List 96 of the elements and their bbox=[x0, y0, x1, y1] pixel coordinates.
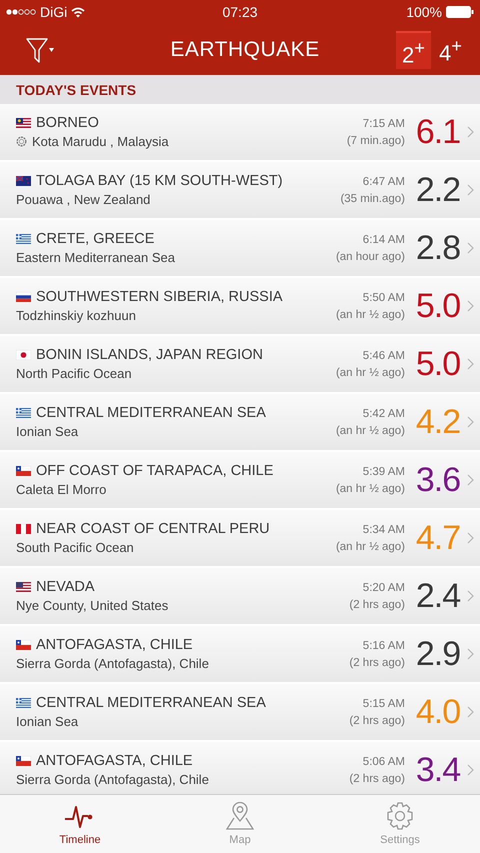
magnitude-value: 6.1 bbox=[414, 112, 462, 152]
flag-icon bbox=[16, 640, 31, 650]
chevron-icon bbox=[467, 590, 474, 602]
flag-icon bbox=[16, 350, 31, 360]
magnitude-value: 4.7 bbox=[414, 518, 462, 558]
event-time: 5:16 AM bbox=[362, 640, 405, 652]
chevron-icon bbox=[467, 532, 474, 544]
event-title: NEAR COAST OF CENTRAL PERU bbox=[36, 521, 270, 537]
chevron-icon bbox=[467, 474, 474, 486]
time-ago: (an hr ½ ago) bbox=[336, 308, 405, 320]
chevron-icon bbox=[467, 300, 474, 312]
battery-percent: 100% bbox=[406, 4, 442, 20]
chevron-icon bbox=[467, 764, 474, 776]
event-title: ANTOFAGASTA, CHILE bbox=[36, 753, 193, 769]
time-ago: (2 hrs ago) bbox=[349, 772, 405, 784]
event-location: Eastern Mediterranean Sea bbox=[16, 250, 175, 265]
magnitude-value: 4.2 bbox=[414, 402, 462, 442]
event-time: 5:20 AM bbox=[362, 582, 405, 594]
event-title: CRETE, GREECE bbox=[36, 231, 154, 247]
event-time: 6:14 AM bbox=[362, 234, 405, 246]
chevron-icon bbox=[467, 126, 474, 138]
flag-icon bbox=[16, 292, 31, 302]
event-location: Sierra Gorda (Antofagasta), Chile bbox=[16, 772, 209, 787]
event-title: NEVADA bbox=[36, 579, 95, 595]
time-ago: (2 hrs ago) bbox=[349, 656, 405, 668]
flag-icon bbox=[16, 698, 31, 708]
time-ago: (an hr ½ ago) bbox=[336, 540, 405, 552]
event-location: Ionian Sea bbox=[16, 424, 78, 439]
event-title: ANTOFAGASTA, CHILE bbox=[36, 637, 193, 653]
event-location: Todzhinskiy kozhuun bbox=[16, 308, 136, 323]
magnitude-value: 3.4 bbox=[414, 750, 462, 790]
flag-icon bbox=[16, 234, 31, 244]
event-location: Kota Marudu , Malaysia bbox=[32, 134, 169, 149]
event-time: 5:39 AM bbox=[362, 466, 405, 478]
event-location: Sierra Gorda (Antofagasta), Chile bbox=[16, 656, 209, 671]
battery-icon bbox=[446, 6, 474, 18]
time-ago: (2 hrs ago) bbox=[349, 598, 405, 610]
magnitude-filter[interactable]: 4$^{+}$ bbox=[433, 30, 468, 68]
time-ago: (35 min.ago) bbox=[340, 192, 405, 204]
chevron-icon bbox=[467, 706, 474, 718]
time-ago: (an hr ½ ago) bbox=[336, 366, 405, 378]
flag-icon bbox=[16, 524, 31, 534]
event-time: 7:15 AM bbox=[362, 118, 405, 130]
magnitude-value: 3.6 bbox=[414, 460, 462, 500]
chevron-icon bbox=[467, 184, 474, 196]
magnitude-filter[interactable]: 2$^{+}$ bbox=[396, 30, 432, 68]
wifi-icon bbox=[71, 6, 86, 18]
magnitude-value: 5.0 bbox=[414, 344, 462, 384]
event-location: Pouawa , New Zealand bbox=[16, 192, 150, 207]
event-time: 6:47 AM bbox=[362, 176, 405, 188]
clock-time: 07:23 bbox=[222, 4, 258, 20]
magnitude-value: 2.2 bbox=[414, 170, 462, 210]
flag-icon bbox=[16, 408, 31, 418]
event-location: Caleta El Morro bbox=[16, 482, 106, 497]
chevron-icon bbox=[467, 416, 474, 428]
flag-icon bbox=[16, 176, 31, 186]
event-title: TOLAGA BAY (15 KM SOUTH-WEST) bbox=[36, 173, 283, 189]
time-ago: (an hr ½ ago) bbox=[336, 482, 405, 494]
event-title: BONIN ISLANDS, JAPAN REGION bbox=[36, 347, 263, 363]
magnitude-value: 5.0 bbox=[414, 286, 462, 326]
event-title: CENTRAL MEDITERRANEAN SEA bbox=[36, 405, 266, 421]
event-time: 5:15 AM bbox=[362, 698, 405, 710]
section-header: TODAY'S EVENTS bbox=[16, 82, 136, 98]
event-time: 5:50 AM bbox=[362, 292, 405, 304]
flag-icon bbox=[16, 756, 31, 766]
time-ago: (an hr ½ ago) bbox=[336, 424, 405, 436]
event-time: 5:42 AM bbox=[362, 408, 405, 420]
tab-bar-item[interactable]: Timeline bbox=[20, 795, 140, 853]
chevron-icon bbox=[467, 358, 474, 370]
magnitude-value: 2.4 bbox=[414, 576, 462, 616]
event-location: South Pacific Ocean bbox=[16, 540, 134, 555]
signal-icon bbox=[6, 8, 36, 16]
carrier-name: DiGi bbox=[40, 4, 68, 20]
map-pin-icon bbox=[223, 802, 257, 830]
chevron-icon bbox=[467, 242, 474, 254]
event-title: CENTRAL MEDITERRANEAN SEA bbox=[36, 695, 266, 711]
event-title: BORNEO bbox=[36, 115, 99, 131]
flag-icon bbox=[16, 582, 31, 592]
event-time: 5:34 AM bbox=[362, 524, 405, 536]
event-location: North Pacific Ocean bbox=[16, 366, 132, 381]
flag-icon bbox=[16, 466, 31, 476]
magnitude-value: 4.0 bbox=[414, 692, 462, 732]
flag-icon bbox=[16, 118, 31, 128]
magnitude-value: 2.9 bbox=[414, 634, 462, 674]
time-ago: (2 hrs ago) bbox=[349, 714, 405, 726]
event-location: Nye County, United States bbox=[16, 598, 168, 613]
event-time: 5:46 AM bbox=[362, 350, 405, 362]
time-ago: (an hour ago) bbox=[336, 250, 405, 262]
time-ago: (7 min.ago) bbox=[346, 134, 405, 146]
event-title: OFF COAST OF TARAPACA, CHILE bbox=[36, 463, 274, 479]
app-title: EARTHQUAKE bbox=[170, 38, 320, 62]
event-title: SOUTHWESTERN SIBERIA, RUSSIA bbox=[36, 289, 283, 305]
event-time: 5:06 AM bbox=[362, 756, 405, 768]
chevron-icon bbox=[467, 648, 474, 660]
magnitude-value: 2.8 bbox=[414, 228, 462, 268]
event-location: Ionian Sea bbox=[16, 714, 78, 729]
